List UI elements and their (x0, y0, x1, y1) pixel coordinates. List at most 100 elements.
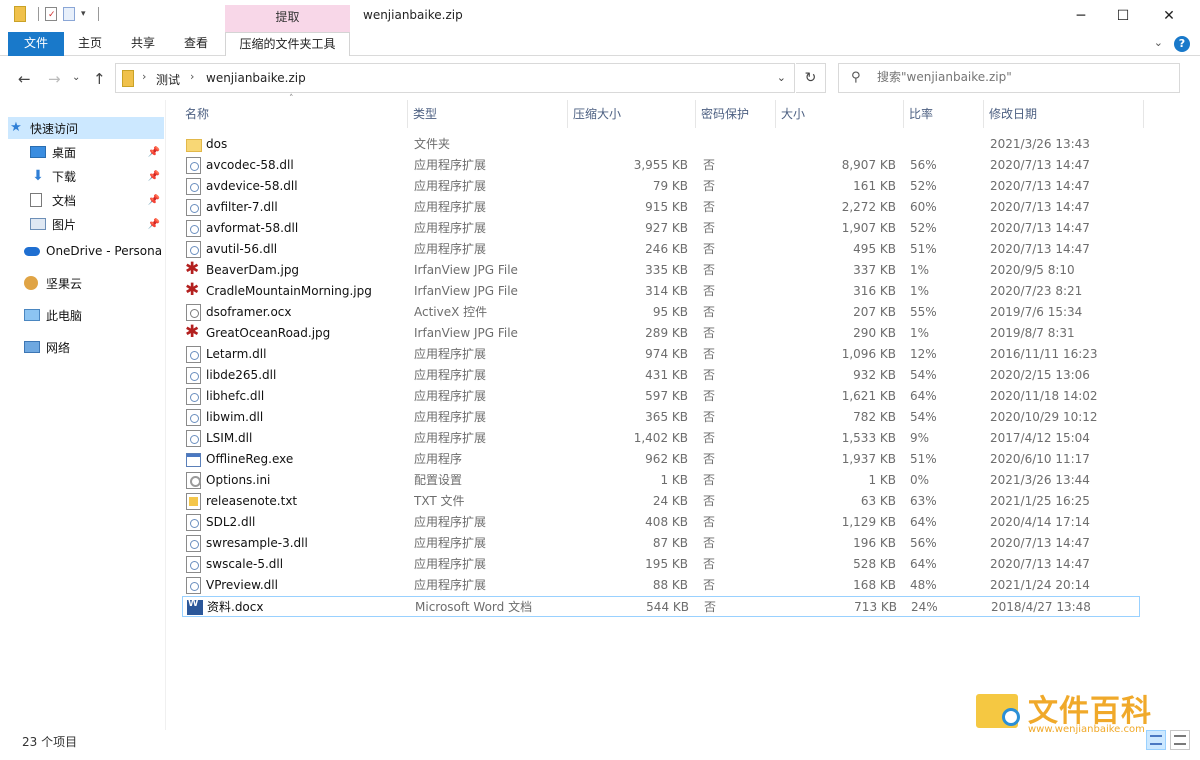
nav-item-jianguoyun[interactable]: 坚果云 (8, 272, 164, 294)
file-modified: 2020/10/29 10:12 (990, 410, 1098, 424)
file-row[interactable]: swresample-3.dll 应用程序扩展 87 KB 否 196 KB 56% 202… (182, 533, 1140, 554)
file-row[interactable]: avformat-58.dll 应用程序扩展 927 KB 否 1,907 KB 52% 2… (182, 218, 1140, 239)
file-modified: 2019/7/6 15:34 (990, 305, 1083, 319)
forward-arrow-icon[interactable]: → (48, 70, 61, 88)
column-header-ratio[interactable]: 比率 (906, 100, 984, 128)
chevron-right-icon[interactable]: › (142, 70, 146, 83)
file-row[interactable]: avcodec-58.dll 应用程序扩展 3,955 KB 否 8,907 KB 56%… (182, 155, 1140, 176)
file-row[interactable]: Letarm.dll 应用程序扩展 974 KB 否 1,096 KB 12% 2016/1… (182, 344, 1140, 365)
file-type: 应用程序扩展 (414, 431, 487, 445)
file-size: 1,129 KB (841, 515, 896, 529)
pin-icon[interactable]: 📌 (148, 171, 160, 182)
file-row[interactable]: BeaverDam.jpg IrfanView JPG File 335 KB 否 33… (182, 259, 1140, 281)
file-password: 否 (703, 557, 716, 571)
back-arrow-icon[interactable]: ← (18, 70, 31, 88)
customize-toolbar-icon[interactable]: ▾ (81, 9, 86, 19)
file-row[interactable]: SDL2.dll 应用程序扩展 408 KB 否 1,129 KB 64% 2020/4/1… (182, 512, 1140, 533)
maximize-button[interactable]: ☐ (1100, 0, 1146, 32)
chevron-down-icon[interactable]: ⌄ (1154, 36, 1163, 49)
search-box[interactable]: ⚲ (838, 63, 1180, 93)
breadcrumb-test[interactable]: 测试 (156, 71, 180, 88)
file-row[interactable]: dsoframer.ocx ActiveX 控件 95 KB 否 207 KB 55% 20… (182, 302, 1140, 323)
file-row[interactable]: libwim.dll 应用程序扩展 365 KB 否 782 KB 54% 2020/10/… (182, 407, 1140, 428)
file-row[interactable]: swscale-5.dll 应用程序扩展 195 KB 否 528 KB 64% 2020/… (182, 554, 1140, 575)
nav-item-onedrive[interactable]: OneDrive - Persona (8, 240, 164, 262)
address-bar[interactable]: › 测试 › wenjianbaike.zip ⌄ (115, 63, 795, 93)
tab-compressed-folder-tools[interactable]: 压缩的文件夹工具 (225, 32, 350, 56)
breadcrumb-zip[interactable]: wenjianbaike.zip (206, 71, 306, 85)
column-header-modified[interactable]: 修改日期 (986, 100, 1144, 128)
up-arrow-icon[interactable]: ↑ (93, 70, 106, 88)
tab-home[interactable]: 主页 (70, 32, 110, 56)
tab-share[interactable]: 共享 (123, 32, 163, 56)
column-header-name[interactable]: 名称 (182, 100, 408, 128)
file-row[interactable]: avutil-56.dll 应用程序扩展 246 KB 否 495 KB 51% 2020/… (182, 239, 1140, 260)
properties-icon[interactable]: ✓ (45, 7, 57, 21)
help-icon[interactable]: ? (1174, 36, 1190, 52)
refresh-icon[interactable]: ↻ (796, 63, 826, 93)
file-row[interactable]: libhefc.dll 应用程序扩展 597 KB 否 1,621 KB 64% 2020/… (182, 386, 1140, 407)
nav-item-quick-access[interactable]: ★ 快速访问 (8, 117, 164, 139)
column-header-type[interactable]: 类型 (410, 100, 568, 128)
file-ratio: 24% (911, 600, 938, 614)
file-password: 否 (703, 305, 716, 319)
nav-item-network[interactable]: 网络 (8, 336, 164, 358)
file-name: 资料.docx (207, 600, 264, 614)
file-type: 应用程序 (414, 452, 463, 466)
download-icon: ⬇ (32, 168, 44, 184)
column-header-size[interactable]: 大小 (778, 100, 904, 128)
file-row[interactable]: VPreview.dll 应用程序扩展 88 KB 否 168 KB 48% 2021/1/… (182, 575, 1140, 596)
file-row[interactable]: avdevice-58.dll 应用程序扩展 79 KB 否 161 KB 52% 2020… (182, 176, 1140, 197)
navigation-pane: ★ 快速访问 桌面 📌 ⬇ 下载 📌 文档 📌 图片 📌 OneDrive - … (0, 100, 166, 730)
nav-item-pictures[interactable]: 图片 📌 (8, 213, 164, 235)
tab-view[interactable]: 查看 (176, 32, 216, 56)
large-icons-view-button[interactable] (1170, 730, 1190, 750)
desktop-icon (30, 146, 46, 158)
file-row[interactable]: CradleMountainMorning.jpg IrfanView JPG F… (182, 280, 1140, 302)
file-size: 1,907 KB (841, 221, 896, 235)
zip-folder-icon (122, 70, 134, 87)
file-name: swscale-5.dll (206, 557, 284, 571)
pin-icon[interactable]: 📌 (148, 219, 160, 230)
new-folder-icon[interactable] (63, 7, 75, 21)
pin-icon[interactable]: 📌 (148, 147, 160, 158)
recent-locations-icon[interactable]: ⌄ (72, 72, 80, 83)
nav-item-downloads[interactable]: ⬇ 下载 📌 (8, 165, 164, 187)
file-modified: 2020/7/13 14:47 (990, 557, 1090, 571)
file-row[interactable]: avfilter-7.dll 应用程序扩展 915 KB 否 2,272 KB 60% 20… (182, 197, 1140, 218)
file-size: 782 KB (853, 410, 896, 424)
nav-item-documents[interactable]: 文档 📌 (8, 189, 164, 211)
file-ratio: 51% (910, 242, 937, 256)
close-button[interactable]: ✕ (1146, 0, 1192, 32)
file-row[interactable]: libde265.dll 应用程序扩展 431 KB 否 932 KB 54% 2020/2… (182, 365, 1140, 386)
tab-file[interactable]: 文件 (8, 32, 64, 56)
file-type: 应用程序扩展 (414, 221, 487, 235)
dll-file-icon (186, 220, 201, 237)
minimize-button[interactable]: ─ (1058, 0, 1104, 32)
file-row[interactable]: 资料.docx Microsoft Word 文档 544 KB 否 713 KB 24%… (182, 596, 1140, 617)
file-ratio: 64% (910, 557, 937, 571)
chevron-right-icon[interactable]: › (190, 70, 194, 83)
file-modified: 2020/7/13 14:47 (990, 179, 1090, 193)
ocx-file-icon (186, 304, 201, 321)
pin-icon[interactable]: 📌 (148, 195, 160, 206)
address-dropdown-icon[interactable]: ⌄ (777, 71, 786, 84)
file-size: 316 KB (853, 284, 896, 298)
file-ratio: 54% (910, 368, 937, 382)
file-row[interactable]: dos 文件夹 2021/3/26 13:43 (182, 134, 1140, 155)
search-input[interactable] (877, 70, 1167, 84)
column-header-compressed-size[interactable]: 压缩大小 (570, 100, 696, 128)
file-row[interactable]: releasenote.txt TXT 文件 24 KB 否 63 KB 63% 2021/… (182, 491, 1140, 512)
file-row[interactable]: Options.ini 配置设置 1 KB 否 1 KB 0% 2021/3/26 13:4… (182, 470, 1140, 491)
nav-item-desktop[interactable]: 桌面 📌 (8, 141, 164, 163)
watermark-site: www.wenjianbaike.com (1028, 724, 1145, 735)
file-row[interactable]: GreatOceanRoad.jpg IrfanView JPG File 289 … (182, 322, 1140, 344)
nav-item-this-pc[interactable]: 此电脑 (8, 304, 164, 326)
file-type: 应用程序扩展 (414, 578, 487, 592)
file-compressed-size: 974 KB (645, 347, 688, 361)
column-header-password[interactable]: 密码保护 (698, 100, 776, 128)
file-row[interactable]: OfflineReg.exe 应用程序 962 KB 否 1,937 KB 51% 2020… (182, 449, 1140, 470)
file-row[interactable]: LSIM.dll 应用程序扩展 1,402 KB 否 1,533 KB 9% 2017/4/… (182, 428, 1140, 449)
file-size: 196 KB (853, 536, 896, 550)
file-ratio: 48% (910, 578, 937, 592)
